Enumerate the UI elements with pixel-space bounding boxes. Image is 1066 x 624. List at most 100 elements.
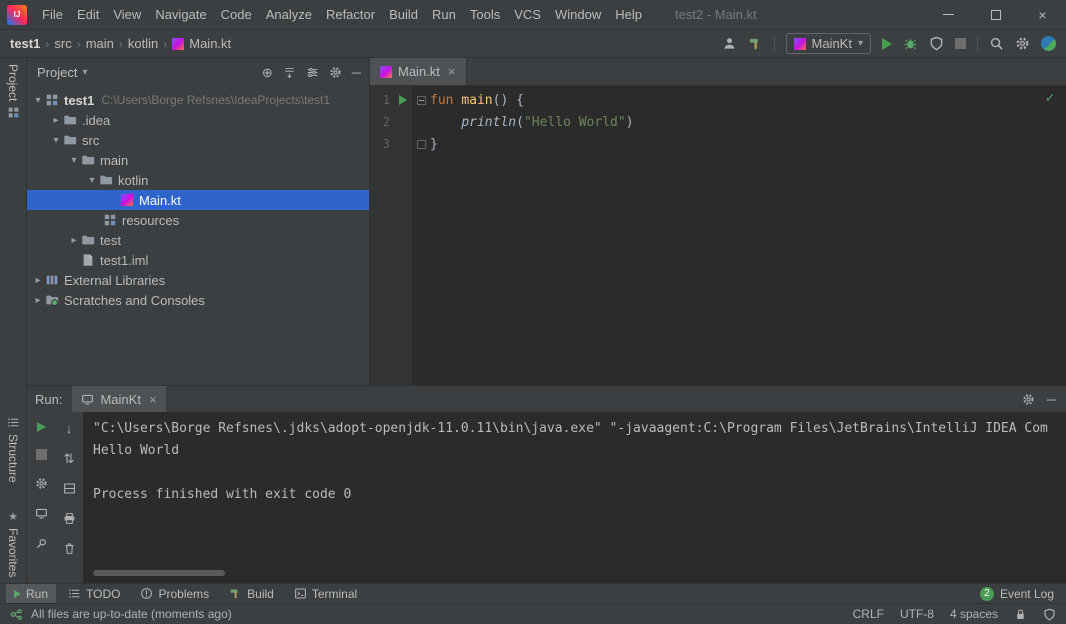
toolbar-run-button[interactable]: Run bbox=[6, 584, 56, 603]
toolbar-build-button[interactable]: Build bbox=[221, 584, 282, 603]
view-options-icon[interactable] bbox=[306, 66, 319, 79]
breadcrumb-item-mainkt[interactable]: Main.kt bbox=[189, 36, 231, 51]
tree-item-idea[interactable]: ▸ .idea bbox=[27, 110, 369, 130]
hide-panel-icon[interactable]: ─ bbox=[1047, 393, 1056, 406]
tree-item-mainkt[interactable]: Main.kt bbox=[27, 190, 369, 210]
hide-panel-icon[interactable]: ─ bbox=[352, 66, 361, 79]
project-panel-title[interactable]: Project bbox=[37, 65, 77, 80]
tree-item-main[interactable]: ▾ main bbox=[27, 150, 369, 170]
chevron-down-icon[interactable]: ▾ bbox=[85, 175, 99, 186]
print-icon[interactable] bbox=[63, 512, 76, 525]
minimize-button[interactable] bbox=[925, 0, 972, 29]
toolbar-terminal-button[interactable]: Terminal bbox=[286, 584, 365, 603]
tree-item-resources[interactable]: resources bbox=[27, 210, 369, 230]
breadcrumb-item-test1[interactable]: test1 bbox=[10, 36, 40, 51]
chevron-down-icon[interactable]: ▾ bbox=[82, 67, 87, 78]
tool-window-bar: Run TODO Problems Build Terminal 2 Event… bbox=[0, 583, 1066, 603]
fold-end-icon[interactable] bbox=[417, 140, 426, 149]
menu-edit[interactable]: Edit bbox=[70, 0, 106, 29]
menu-code[interactable]: Code bbox=[214, 0, 259, 29]
indent-indicator[interactable]: 4 spaces bbox=[950, 607, 998, 621]
tree-item-test[interactable]: ▸ test bbox=[27, 230, 369, 250]
menu-build[interactable]: Build bbox=[382, 0, 425, 29]
chevron-down-icon[interactable]: ▾ bbox=[31, 95, 45, 106]
menu-run[interactable]: Run bbox=[425, 0, 463, 29]
run-with-coverage-icon[interactable] bbox=[929, 36, 944, 51]
toolbar-problems-button[interactable]: Problems bbox=[132, 584, 217, 603]
run-button[interactable] bbox=[882, 38, 892, 50]
stop-button[interactable] bbox=[955, 38, 966, 49]
inspection-ok-icon[interactable]: ✓ bbox=[1046, 90, 1054, 106]
tree-item-kotlin[interactable]: ▾ kotlin bbox=[27, 170, 369, 190]
chevron-down-icon[interactable]: ▾ bbox=[67, 155, 81, 166]
run-main-gutter-icon[interactable] bbox=[399, 95, 407, 105]
breadcrumb-item-src[interactable]: src bbox=[54, 36, 71, 51]
editor-tab-mainkt[interactable]: Main.kt × bbox=[370, 58, 467, 85]
chevron-right-icon[interactable]: ▸ bbox=[67, 235, 81, 246]
tree-item-test1-iml[interactable]: test1.iml bbox=[27, 250, 369, 270]
run-settings-gear-icon[interactable] bbox=[35, 477, 48, 490]
stripe-project-button[interactable]: Project bbox=[0, 64, 26, 119]
breadcrumb: test1 › src › main › kotlin › Main.kt bbox=[10, 36, 231, 51]
inspections-shield-icon[interactable] bbox=[1043, 608, 1056, 621]
chevron-right-icon[interactable]: ▸ bbox=[49, 115, 63, 126]
soft-wrap-icon[interactable]: ⇅ bbox=[64, 452, 75, 465]
stripe-favorites-button[interactable]: ★ Favorites bbox=[0, 510, 26, 577]
run-tab-mainkt[interactable]: MainKt × bbox=[72, 386, 165, 412]
line-ending-indicator[interactable]: CRLF bbox=[853, 607, 884, 621]
menu-tools[interactable]: Tools bbox=[463, 0, 507, 29]
gear-icon[interactable] bbox=[329, 66, 342, 79]
fold-collapse-icon[interactable] bbox=[417, 96, 426, 105]
close-button[interactable]: × bbox=[1019, 0, 1066, 29]
chevron-down-icon[interactable]: ▾ bbox=[49, 135, 63, 146]
rerun-button[interactable] bbox=[37, 422, 46, 432]
vcs-user-icon[interactable] bbox=[722, 36, 737, 51]
toolbar-todo-button[interactable]: TODO bbox=[60, 584, 128, 603]
menu-view[interactable]: View bbox=[106, 0, 148, 29]
menu-help[interactable]: Help bbox=[608, 0, 649, 29]
project-tool-window: Project ▾ ⊕ ─ ▾ bbox=[27, 58, 370, 385]
menu-vcs[interactable]: VCS bbox=[507, 0, 548, 29]
event-log-button[interactable]: 2 Event Log bbox=[980, 587, 1060, 601]
stop-button[interactable] bbox=[36, 449, 47, 460]
settings-gear-icon[interactable] bbox=[1015, 36, 1030, 51]
clear-all-icon[interactable] bbox=[63, 542, 76, 555]
gear-icon[interactable] bbox=[1022, 393, 1035, 406]
tree-item-external-libraries[interactable]: ▸ External Libraries bbox=[27, 270, 369, 290]
code-with-me-icon[interactable] bbox=[1041, 36, 1056, 51]
run-tab-label: MainKt bbox=[100, 392, 140, 407]
build-hammer-icon[interactable] bbox=[748, 36, 763, 51]
editor-tab-bar: Main.kt × bbox=[370, 58, 1066, 86]
search-everywhere-icon[interactable] bbox=[989, 36, 1004, 51]
menu-analyze[interactable]: Analyze bbox=[259, 0, 319, 29]
encoding-indicator[interactable]: UTF-8 bbox=[900, 607, 934, 621]
maximize-button[interactable] bbox=[972, 0, 1019, 29]
close-tab-icon[interactable]: × bbox=[448, 64, 456, 79]
stripe-structure-button[interactable]: Structure bbox=[0, 416, 26, 483]
chevron-right-icon[interactable]: ▸ bbox=[31, 275, 45, 286]
tree-item-src[interactable]: ▾ src bbox=[27, 130, 369, 150]
pin-tab-icon[interactable] bbox=[35, 537, 48, 550]
menu-refactor[interactable]: Refactor bbox=[319, 0, 382, 29]
code-editor[interactable]: ✓ 1 fun main() { 2 println("Hello World"… bbox=[370, 86, 1066, 385]
tree-item-test1[interactable]: ▾ test1 C:\Users\Borge Refsnes\IdeaProje… bbox=[27, 90, 369, 110]
restore-layout-icon[interactable] bbox=[35, 507, 48, 520]
tree-item-scratches[interactable]: ▸ Scratches and Consoles bbox=[27, 290, 369, 310]
menu-window[interactable]: Window bbox=[548, 0, 608, 29]
locate-file-icon[interactable]: ⊕ bbox=[262, 66, 273, 79]
status-bar: All files are up-to-date (moments ago) C… bbox=[0, 603, 1066, 624]
menu-file[interactable]: File bbox=[35, 0, 70, 29]
scroll-to-end-icon[interactable] bbox=[63, 482, 76, 495]
debug-bug-icon[interactable] bbox=[903, 36, 918, 51]
close-tab-icon[interactable]: × bbox=[149, 392, 157, 407]
breadcrumb-item-main[interactable]: main bbox=[86, 36, 114, 51]
down-stack-trace-icon[interactable]: ↓ bbox=[66, 422, 73, 435]
run-console[interactable]: "C:\Users\Borge Refsnes\.jdks\adopt-open… bbox=[83, 412, 1066, 583]
run-configuration-select[interactable]: MainKt ▾ bbox=[786, 33, 872, 54]
collapse-all-icon[interactable] bbox=[283, 66, 296, 79]
menu-navigate[interactable]: Navigate bbox=[148, 0, 213, 29]
horizontal-scrollbar[interactable] bbox=[93, 570, 225, 576]
breadcrumb-item-kotlin[interactable]: kotlin bbox=[128, 36, 158, 51]
chevron-right-icon[interactable]: ▸ bbox=[31, 295, 45, 306]
lock-icon[interactable] bbox=[1014, 608, 1027, 621]
